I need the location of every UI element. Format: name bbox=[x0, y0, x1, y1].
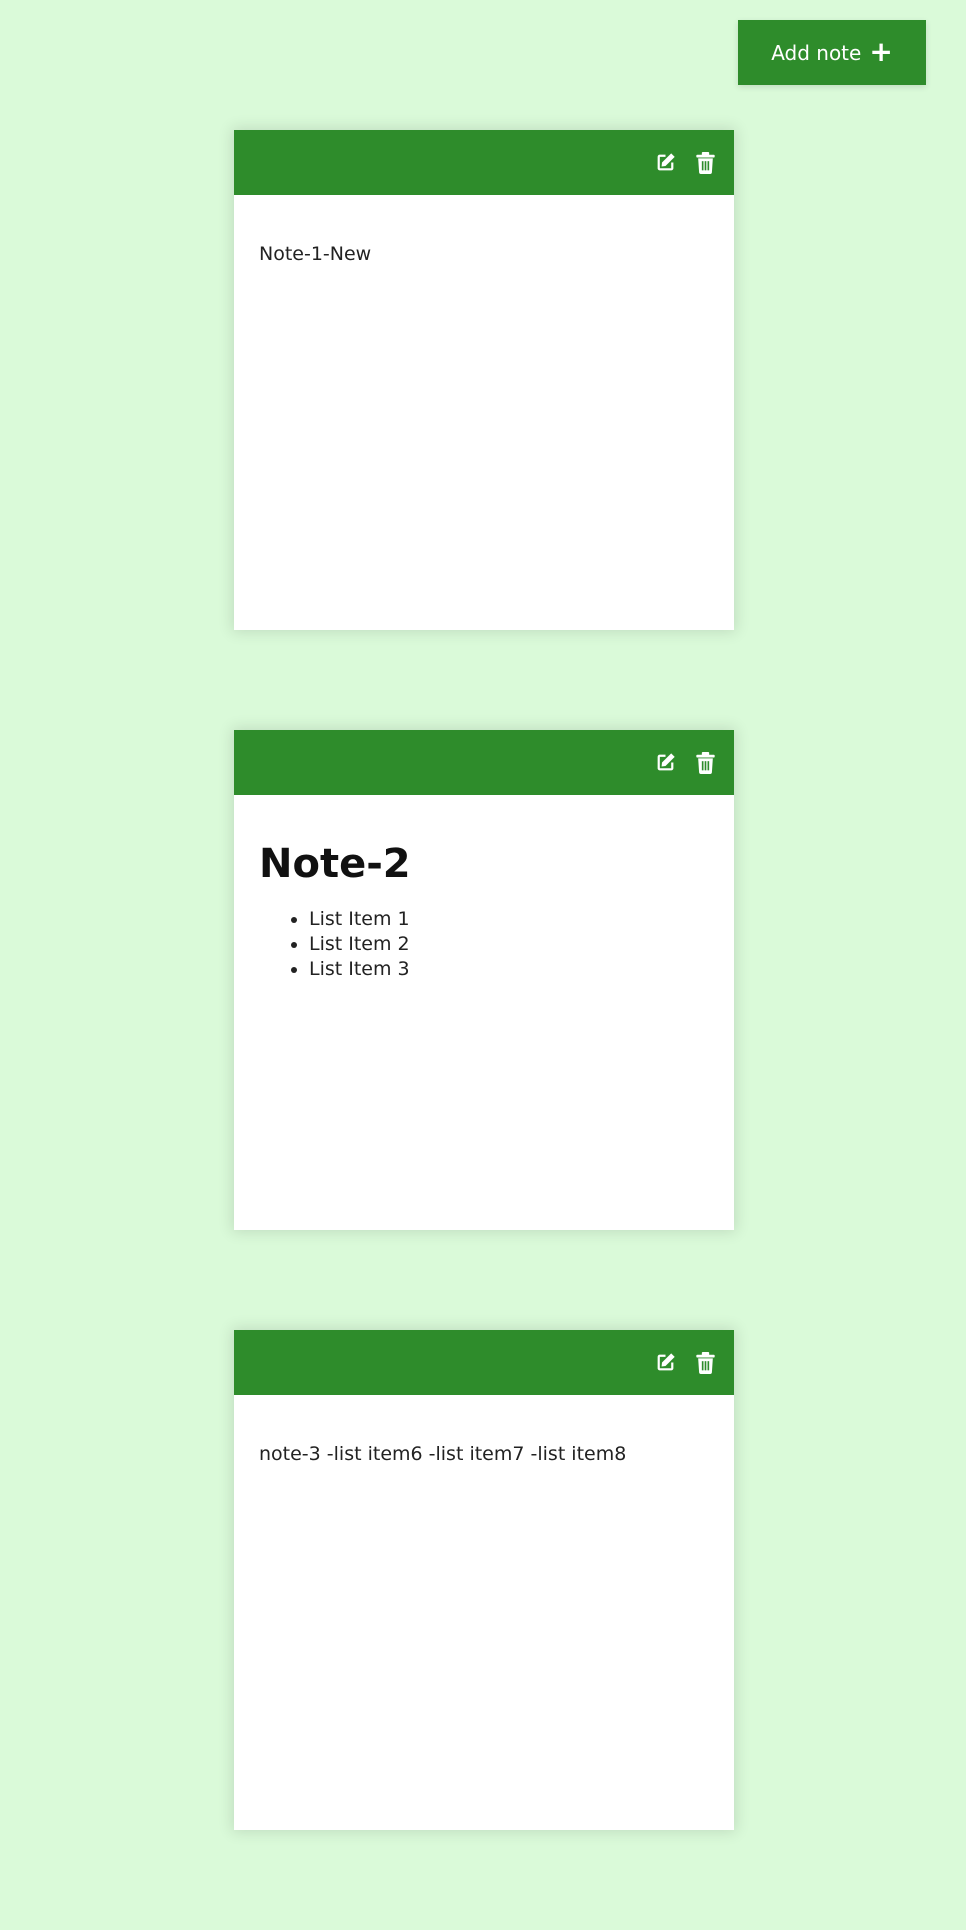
note-heading: Note-2 bbox=[259, 841, 411, 887]
trash-icon[interactable] bbox=[694, 151, 716, 174]
note-list: List Item 1 List Item 2 List Item 3 bbox=[259, 907, 709, 982]
notes-list: Note-1-New Note-2 • List Item 1 • List I… bbox=[234, 130, 734, 1930]
edit-icon[interactable] bbox=[654, 1352, 676, 1374]
add-note-label: Add note bbox=[771, 40, 862, 65]
list-item: List Item 1 bbox=[309, 907, 709, 932]
note-text: note-3 -list item6 -list item7 -list ite… bbox=[259, 1443, 627, 1465]
note-body: Note-1-New bbox=[234, 195, 734, 289]
note-card: Note-1-New bbox=[234, 130, 734, 630]
note-card: Note-2 List Item 1 List Item 2 List Item… bbox=[234, 730, 734, 1230]
list-item: List Item 2 bbox=[309, 932, 709, 957]
note-body: Note-2 List Item 1 List Item 2 List Item… bbox=[234, 795, 734, 1006]
note-text: Note-1-New bbox=[259, 243, 372, 265]
trash-icon[interactable] bbox=[694, 1351, 716, 1374]
note-body: note-3 -list item6 -list item7 -list ite… bbox=[234, 1395, 734, 1489]
add-note-button[interactable]: Add note + bbox=[738, 20, 926, 85]
note-card: note-3 -list item6 -list item7 -list ite… bbox=[234, 1330, 734, 1830]
note-header bbox=[234, 130, 734, 195]
note-header bbox=[234, 1330, 734, 1395]
edit-icon[interactable] bbox=[654, 752, 676, 774]
edit-icon[interactable] bbox=[654, 152, 676, 174]
trash-icon[interactable] bbox=[694, 751, 716, 774]
plus-icon: + bbox=[869, 34, 893, 68]
note-header bbox=[234, 730, 734, 795]
list-item: List Item 3 bbox=[309, 957, 709, 982]
